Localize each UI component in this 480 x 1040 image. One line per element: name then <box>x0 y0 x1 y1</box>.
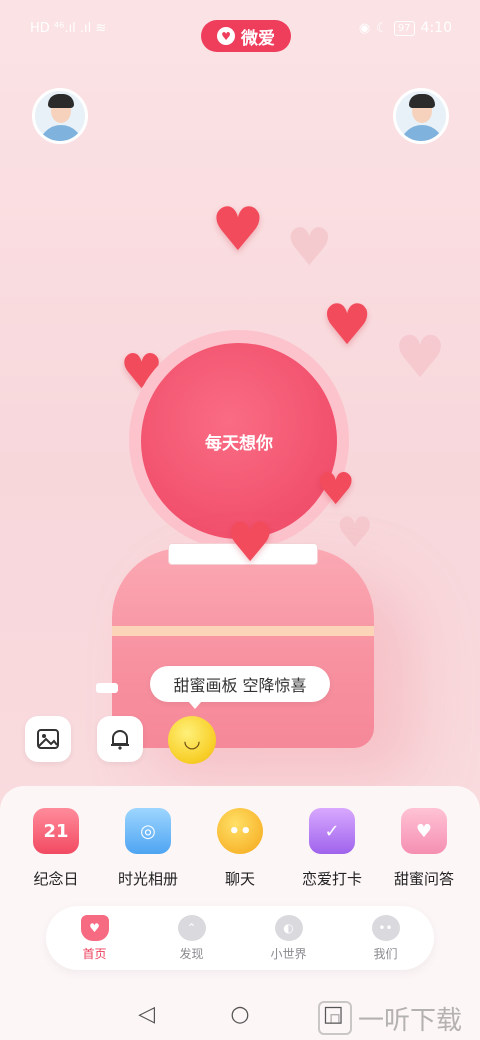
feature-label: 纪念日 <box>33 870 79 888</box>
status-left: HD ⁴⁶.ıl .ıl ≋ <box>30 21 106 36</box>
chat-icon: •• <box>217 808 263 854</box>
feature-grid: 21 纪念日 ◎ 时光相册 •• 聊天 ✓ 恋爱打卡 ♥ 甜蜜问答 <box>0 808 480 898</box>
reminder-button[interactable] <box>97 716 143 762</box>
feature-label: 甜蜜问答 <box>393 870 454 888</box>
wish-text: 每天想你 <box>205 433 273 454</box>
watermark: ⊓ 一听下载 <box>318 998 478 1038</box>
heart-icon: ♥ <box>336 508 374 557</box>
home-icon: ♥ <box>80 914 109 941</box>
home-nav-icon[interactable]: ○ <box>225 999 255 1029</box>
gallery-button[interactable] <box>25 716 71 762</box>
heart-icon: ♥ <box>286 218 333 278</box>
app-title: 微爱 <box>241 28 275 49</box>
watermark-logo-icon: ⊓ <box>318 1001 352 1035</box>
heart-icon: ♥ <box>211 195 265 265</box>
back-icon[interactable]: ◁ <box>132 999 162 1029</box>
us-icon: •• <box>371 914 400 941</box>
calendar-day: 21 <box>43 820 69 842</box>
tab-label: 首页 <box>82 946 107 961</box>
heart-icon: ♥ <box>226 511 275 574</box>
machine-band <box>112 626 374 636</box>
image-icon <box>37 729 59 749</box>
battery-indicator: 97 <box>393 20 415 36</box>
love-machine[interactable] <box>112 548 374 748</box>
feature-qa[interactable]: ♥ 甜蜜问答 <box>379 808 469 898</box>
tab-label: 发现 <box>179 946 204 961</box>
camera-icon: ◎ <box>125 808 171 854</box>
wish-circle[interactable]: 每天想你 <box>141 343 337 539</box>
heart-logo-icon: ♥ <box>217 27 235 45</box>
app-title-pill: ♥ 微爱 <box>201 20 291 52</box>
bottom-tab-bar: ♥ 首页 ⌃ 发现 ◐ 小世界 •• 我们 <box>46 906 434 970</box>
machine-handle <box>96 683 118 693</box>
heart-icon: ♥ <box>394 323 446 391</box>
signal-wifi-icons: HD ⁴⁶.ıl .ıl ≋ <box>30 20 107 36</box>
tab-label: 我们 <box>373 946 398 961</box>
tab-discover[interactable]: ⌃ 发现 <box>152 914 232 962</box>
tab-small-world[interactable]: ◐ 小世界 <box>249 914 329 962</box>
smiley-icon[interactable]: ◡ <box>168 716 216 764</box>
tab-us[interactable]: •• 我们 <box>346 914 426 962</box>
avatar-hair <box>409 94 435 108</box>
calendar-icon: 21 <box>33 808 79 854</box>
feature-anniversary[interactable]: 21 纪念日 <box>11 808 101 898</box>
discover-icon: ⌃ <box>177 914 206 941</box>
watermark-text: 一听下载 <box>358 1005 463 1036</box>
feature-label: 聊天 <box>224 870 255 888</box>
feature-album[interactable]: ◎ 时光相册 <box>103 808 193 898</box>
avatar-right[interactable] <box>393 88 449 144</box>
planet-icon: ◐ <box>274 914 303 941</box>
checkin-icon: ✓ <box>309 808 355 854</box>
feature-label: 时光相册 <box>117 870 178 888</box>
eye-icon: ◉ <box>358 20 371 36</box>
tooltip-text: 甜蜜画板 空降惊喜 <box>173 676 307 695</box>
feature-checkin[interactable]: ✓ 恋爱打卡 <box>287 808 377 898</box>
heart-icon: ♥ <box>316 464 356 515</box>
heart-icon: ♥ <box>322 293 373 358</box>
avatar-hair <box>48 94 74 108</box>
tab-home[interactable]: ♥ 首页 <box>55 914 135 962</box>
qa-icon: ♥ <box>401 808 447 854</box>
moon-icon: ☾ <box>376 20 388 36</box>
feature-chat[interactable]: •• 聊天 <box>195 808 285 898</box>
tab-label: 小世界 <box>270 946 307 961</box>
avatar-left[interactable] <box>32 88 88 144</box>
feature-label: 恋爱打卡 <box>301 870 362 888</box>
clock: 4:10 <box>420 20 452 36</box>
drawing-board-tooltip[interactable]: 甜蜜画板 空降惊喜 <box>150 666 330 709</box>
status-right: ◉ ☾ 97 4:10 <box>359 20 452 36</box>
bell-icon <box>111 730 129 750</box>
